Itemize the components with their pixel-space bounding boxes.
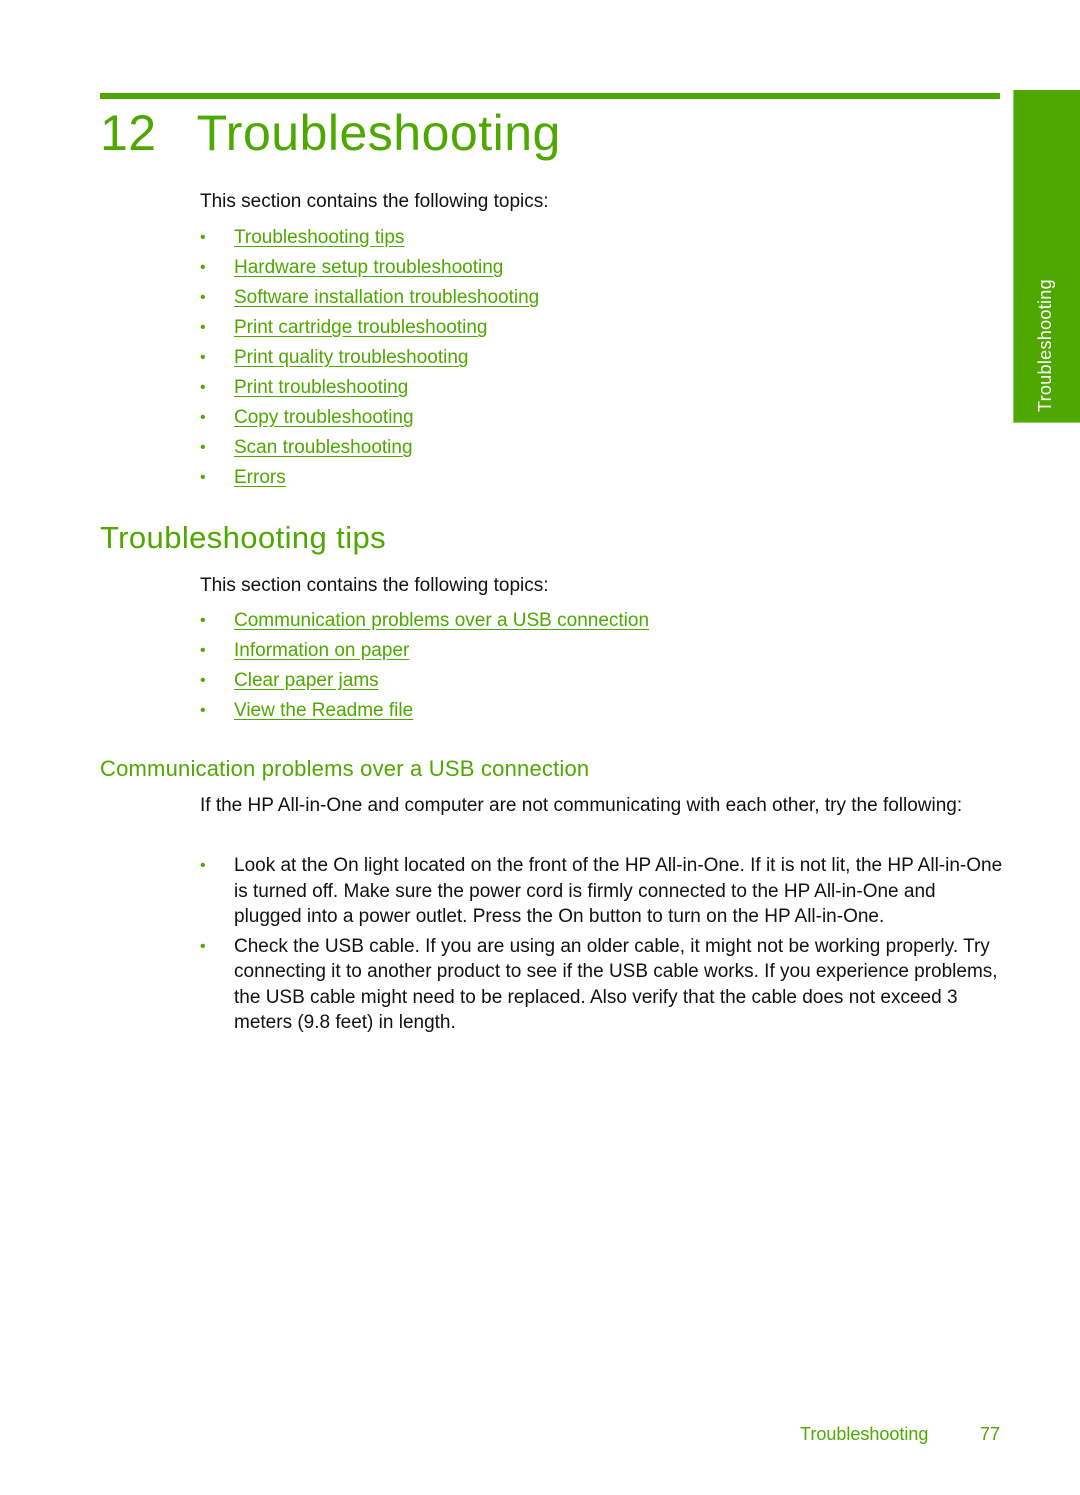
side-tab-label: Troubleshooting xyxy=(1035,279,1055,412)
bullet-icon: • xyxy=(200,379,206,396)
subsection-heading: Communication problems over a USB connec… xyxy=(100,756,590,781)
chapter-intro: This section contains the following topi… xyxy=(200,191,549,212)
topic-link[interactable]: Troubleshooting tips xyxy=(234,227,404,248)
list-item: • Communication problems over a USB conne… xyxy=(200,606,649,636)
bullet-icon: • xyxy=(200,469,206,486)
section-heading: Troubleshooting tips xyxy=(100,520,387,555)
list-item: • Software installation troubleshooting xyxy=(200,283,539,313)
list-item: • Information on paper xyxy=(200,636,649,666)
bullet-icon: • xyxy=(200,857,206,874)
bullet-icon: • xyxy=(200,937,206,955)
topic-link[interactable]: Print troubleshooting xyxy=(234,377,408,398)
bullet-icon: • xyxy=(200,229,206,246)
footer-section-label: Troubleshooting xyxy=(800,1424,929,1444)
bullet-icon: • xyxy=(200,349,206,366)
topic-link[interactable]: Copy troubleshooting xyxy=(234,407,414,428)
list-item: • Look at the On light located on the fro… xyxy=(200,853,1005,930)
bullet-icon: • xyxy=(200,259,206,276)
chapter-topic-list: • Troubleshooting tips • Hardware setup tr… xyxy=(200,223,539,493)
topic-link[interactable]: Print quality troubleshooting xyxy=(234,347,468,368)
subsection-paragraph: If the HP All-in-One and computer are no… xyxy=(200,795,963,816)
section-topic-list: • Communication problems over a USB conne… xyxy=(200,606,649,726)
bullet-icon: • xyxy=(200,642,206,659)
topic-link[interactable]: Print cartridge troubleshooting xyxy=(234,317,487,338)
section-intro: This section contains the following topi… xyxy=(200,575,549,596)
bullet-icon: • xyxy=(200,672,206,689)
chapter-rule xyxy=(100,93,1000,99)
topic-link[interactable]: Errors xyxy=(234,467,286,488)
topic-link[interactable]: Communication problems over a USB connec… xyxy=(234,610,649,631)
topic-link[interactable]: Software installation troubleshooting xyxy=(234,287,539,308)
list-item: • Errors xyxy=(200,463,539,493)
list-item: • Hardware setup troubleshooting xyxy=(200,253,539,283)
list-item: • Print cartridge troubleshooting xyxy=(200,313,539,343)
list-item: • Troubleshooting tips xyxy=(200,223,539,253)
list-item: • Clear paper jams xyxy=(200,666,649,696)
topic-link[interactable]: Information on paper xyxy=(234,640,409,661)
bullet-icon: • xyxy=(200,289,206,306)
bullet-icon: • xyxy=(200,702,206,719)
bullet-icon: • xyxy=(200,319,206,336)
list-item: • Print troubleshooting xyxy=(200,373,539,403)
steps-list: • Look at the On light located on the fro… xyxy=(200,853,1005,1040)
topic-link[interactable]: Clear paper jams xyxy=(234,670,379,691)
chapter-number: 12 xyxy=(100,105,157,161)
bullet-icon: • xyxy=(200,439,206,456)
list-item: • Scan troubleshooting xyxy=(200,433,539,463)
step-text: Look at the On light located on the fron… xyxy=(234,855,1003,927)
bullet-icon: • xyxy=(200,409,206,426)
topic-link[interactable]: View the Readme file xyxy=(234,700,413,721)
step-text: Check the USB cable. If you are using an… xyxy=(234,935,998,1034)
page-number: 77 xyxy=(980,1424,1001,1444)
topic-link[interactable]: Scan troubleshooting xyxy=(234,437,413,458)
chapter-title: 12 Troubleshooting xyxy=(100,100,561,166)
bullet-icon: • xyxy=(200,612,206,629)
list-item: • View the Readme file xyxy=(200,696,649,726)
side-tab: Troubleshooting xyxy=(1013,90,1080,423)
topic-link[interactable]: Hardware setup troubleshooting xyxy=(234,257,503,278)
chapter-title-text: Troubleshooting xyxy=(196,105,561,161)
list-item: • Check the USB cable. If you are using a… xyxy=(200,934,1005,1036)
list-item: • Print quality troubleshooting xyxy=(200,343,539,373)
list-item: • Copy troubleshooting xyxy=(200,403,539,433)
